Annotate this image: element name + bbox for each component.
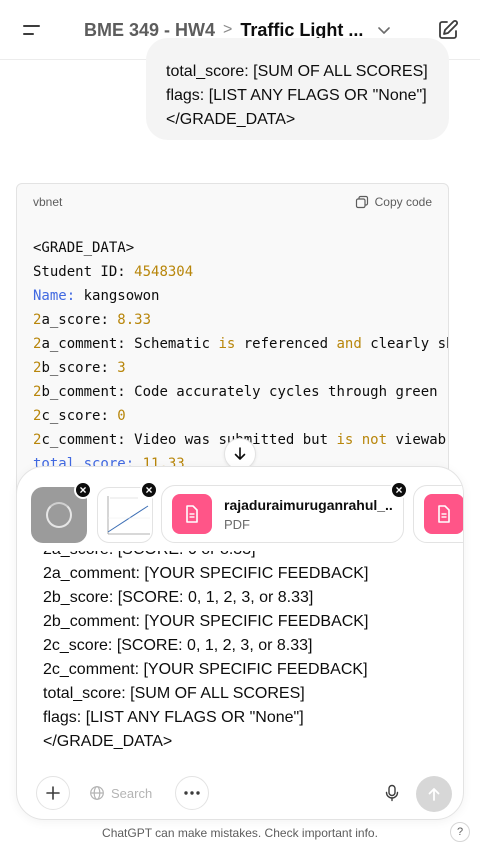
attachment-file-card[interactable]: rajaduraimuruganrahul_... PDF: [161, 485, 404, 543]
search-label: Search: [111, 785, 153, 801]
code-token: referenced: [235, 336, 337, 352]
chevron-down-icon[interactable]: [377, 23, 391, 37]
prompt-line: 2a_score: [SCORE: 0 or 8.33]: [43, 551, 453, 562]
code-token: clearly sh: [361, 336, 449, 352]
prompt-line: 2c_score: [SCORE: 0, 1, 2, 3, or 8.33]: [43, 637, 313, 654]
menu-icon[interactable]: [20, 18, 44, 42]
code-line: 2a_score: 8.33: [33, 308, 432, 332]
user-message-bubble: total_score: [SUM OF ALL SCORES] flags: …: [146, 38, 449, 140]
code-token: kangsowon: [75, 288, 160, 304]
copy-code-label: Copy code: [374, 195, 432, 209]
composer-toolbar: Search: [17, 765, 463, 819]
more-tools-button[interactable]: [175, 776, 209, 810]
prompt-line: total_score: [SUM OF ALL SCORES]: [43, 685, 305, 702]
code-token: not: [361, 432, 388, 448]
breadcrumb-separator: >: [223, 21, 233, 38]
code-token: c_score:: [41, 408, 118, 424]
file-type: PDF: [224, 516, 250, 532]
file-name: rajaduraimuruganrahul_...: [224, 496, 393, 513]
code-token: is: [218, 336, 236, 352]
code-token: b_comment: Code accurately cycles throug…: [41, 384, 438, 400]
loading-spinner-icon: [46, 502, 72, 528]
code-token: 4548304: [134, 264, 194, 280]
send-button[interactable]: [416, 776, 452, 812]
add-attachment-button[interactable]: [36, 776, 70, 810]
attachment-file-card[interactable]: [413, 485, 463, 543]
code-line: <GRADE_DATA>: [33, 236, 432, 260]
remove-attachment-button[interactable]: ×: [140, 481, 158, 499]
attachments-row: × × rajaduraimuruganrahul_... PDF ×: [17, 467, 463, 557]
code-line: Student ID: 4548304: [33, 260, 432, 284]
code-token: 3: [117, 360, 126, 376]
code-content: <GRADE_DATA> Student ID: 4548304 Name: kan…: [17, 220, 448, 476]
prompt-input[interactable]: 2a_score: [SCORE: 0 or 8.33] 2a_comment:…: [43, 551, 453, 765]
help-button[interactable]: ?: [450, 822, 470, 842]
file-meta: rajaduraimuruganrahul_... PDF: [224, 497, 393, 532]
arrow-up-icon: [428, 788, 440, 801]
code-token: Name:: [33, 288, 76, 304]
copy-code-button[interactable]: Copy code: [355, 195, 432, 209]
code-token: a_comment: Schematic: [41, 336, 219, 352]
document-icon: [172, 494, 212, 534]
voice-input-button[interactable]: [375, 776, 409, 810]
prompt-line: 2b_score: [SCORE: 0, 1, 2, 3, or 8.33]: [43, 589, 314, 606]
code-token: 0: [117, 408, 126, 424]
code-token: and: [336, 336, 362, 352]
more-icon: [184, 791, 200, 795]
disclaimer-text: ChatGPT can make mistakes. Check importa…: [102, 826, 378, 840]
code-line: 2b_comment: Code accurately cycles throu…: [33, 380, 438, 404]
arrow-down-icon: [234, 447, 246, 460]
user-message-line: </GRADE_DATA>: [166, 111, 296, 128]
prompt-line: </GRADE_DATA>: [43, 733, 173, 750]
code-line: 2c_score: 0: [33, 404, 432, 428]
code-token: Student ID:: [33, 264, 135, 280]
code-line: Name: kangsowon: [33, 284, 432, 308]
code-token: is: [336, 432, 354, 448]
code-token: <GRADE_DATA>: [33, 240, 135, 256]
document-icon: [424, 494, 463, 534]
message-composer: × × rajaduraimuruganrahul_... PDF × 2a_c…: [16, 466, 464, 820]
user-message-line: flags: [LIST ANY FLAGS OR "None"]: [166, 87, 427, 104]
prompt-line: 2b_comment: [YOUR SPECIFIC FEEDBACK]: [43, 613, 369, 630]
microphone-icon: [385, 784, 399, 802]
code-token: b_score:: [41, 360, 118, 376]
prompt-line: 2c_comment: [YOUR SPECIFIC FEEDBACK]: [43, 661, 368, 678]
remove-attachment-button[interactable]: ×: [390, 481, 408, 499]
new-chat-icon[interactable]: [436, 18, 460, 42]
copy-icon: [355, 195, 368, 209]
code-language-label: vbnet: [33, 195, 63, 209]
prompt-line: 2a_comment: [YOUR SPECIFIC FEEDBACK]: [43, 565, 369, 582]
code-token: 8.33: [117, 312, 152, 328]
user-message-line: total_score: [SUM OF ALL SCORES]: [166, 63, 428, 80]
prompt-line: flags: [LIST ANY FLAGS OR "None"]: [43, 709, 304, 726]
code-token: a_score:: [41, 312, 118, 328]
remove-attachment-button[interactable]: ×: [74, 481, 92, 499]
plus-icon: [46, 786, 60, 800]
globe-icon: [90, 786, 104, 800]
code-line: 2b_score: 3: [33, 356, 432, 380]
code-line: 2a_comment: Schematic is referenced and …: [33, 332, 448, 356]
search-button[interactable]: Search: [81, 776, 160, 810]
code-token: c_comment: Video was submitted but: [41, 432, 337, 448]
code-token: viewab: [387, 432, 447, 448]
code-block-header: vbnet Copy code: [17, 184, 448, 220]
